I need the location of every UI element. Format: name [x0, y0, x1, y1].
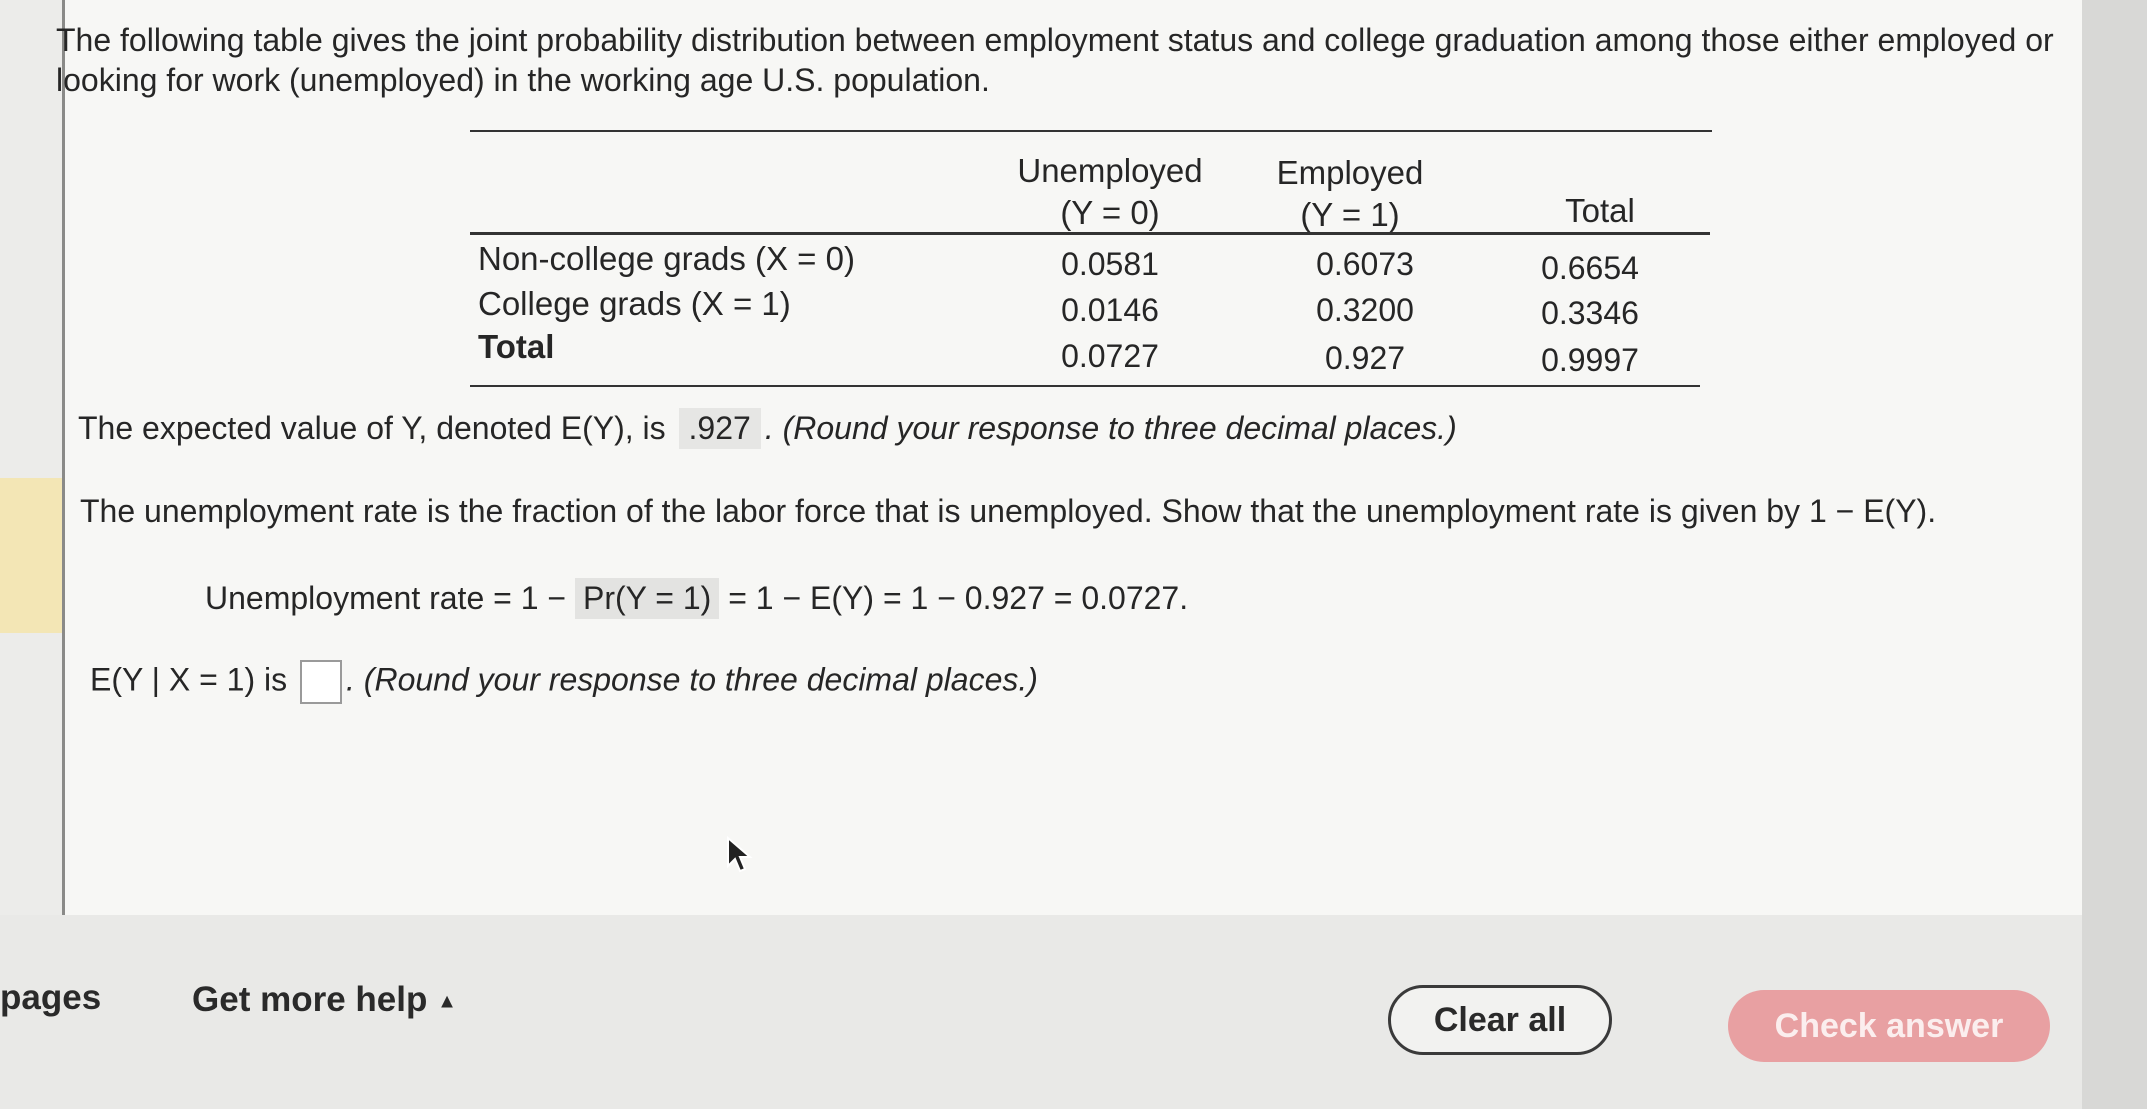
header-unemployed-line1: Unemployed	[1017, 152, 1203, 189]
pages-link[interactable]: pages	[0, 978, 101, 1018]
get-more-help-label: Get more help	[192, 980, 428, 1019]
header-total-line1: Total	[1565, 192, 1635, 229]
mouse-cursor-icon	[727, 836, 753, 873]
row-label-total: Total	[478, 328, 555, 365]
expected-value-answer[interactable]: .927	[678, 408, 761, 449]
cell: 0.0727	[1061, 338, 1159, 374]
get-more-help-button[interactable]: Get more help ▲	[192, 980, 457, 1020]
header-unemployed-line2: (Y = 0)	[1060, 194, 1160, 231]
row-label-noncollege: Non-college grads (X = 0)	[478, 240, 855, 277]
conditional-expectation-question: E(Y | X = 1) is . (Round your response t…	[90, 660, 1038, 704]
cell: 0.0581	[1061, 246, 1159, 282]
cell: 0.6654	[1541, 250, 1639, 286]
check-answer-button[interactable]: Check answer	[1728, 990, 2050, 1062]
formula-highlight[interactable]: Pr(Y = 1)	[574, 578, 720, 619]
header-employed: Employed (Y = 1)	[1240, 152, 1460, 236]
q3-suffix: . (Round your response to three decimal …	[346, 661, 1038, 698]
table-header-rule	[470, 232, 1710, 235]
question-panel	[62, 0, 2085, 915]
cell: 0.3346	[1541, 295, 1639, 331]
caret-up-icon: ▲	[437, 990, 457, 1013]
unemployment-question: The unemployment rate is the fraction of…	[80, 493, 1937, 529]
header-unemployed: Unemployed (Y = 0)	[980, 150, 1240, 234]
conditional-expectation-input[interactable]	[300, 660, 343, 704]
accent-bar	[0, 478, 64, 633]
clear-all-button[interactable]: Clear all	[1388, 985, 1612, 1055]
cell: 0.6073	[1316, 246, 1414, 282]
right-edge	[2082, 0, 2147, 1109]
q1-prefix: The expected value of Y, denoted E(Y), i…	[78, 410, 666, 446]
expected-value-question: The expected value of Y, denoted E(Y), i…	[78, 408, 1457, 449]
header-total: Total	[1500, 190, 1700, 232]
q1-suffix: . (Round your response to three decimal …	[764, 410, 1457, 446]
cell: 0.0146	[1061, 292, 1159, 328]
unemployment-formula: Unemployment rate = 1 − Pr(Y = 1) = 1 − …	[205, 578, 1188, 619]
table-top-rule	[470, 130, 1712, 132]
header-employed-line1: Employed	[1276, 154, 1424, 191]
question-intro: The following table gives the joint prob…	[56, 22, 2054, 98]
cell: 0.9997	[1541, 342, 1639, 378]
cell: 0.927	[1324, 340, 1406, 376]
formula-suffix: = 1 − E(Y) = 1 − 0.927 = 0.0727.	[728, 580, 1189, 616]
left-strip	[0, 0, 62, 915]
formula-prefix: Unemployment rate = 1 −	[205, 580, 567, 616]
header-employed-line2: (Y = 1)	[1300, 196, 1400, 233]
table-bottom-rule	[470, 385, 1700, 387]
q3-prefix: E(Y | X = 1) is	[90, 661, 288, 698]
row-label-college: College grads (X = 1)	[478, 285, 791, 322]
cell: 0.3200	[1316, 292, 1414, 328]
